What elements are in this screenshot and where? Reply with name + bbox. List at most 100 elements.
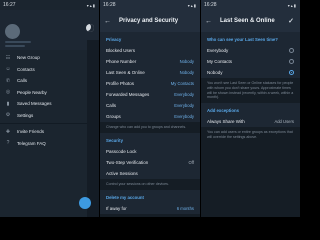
option-label: Everybody <box>207 48 229 53</box>
last-seen-hint: You won't see Last Seen or Online status… <box>201 78 300 104</box>
status-icons: ▾▴▮ <box>187 2 197 8</box>
row-passcode-lock[interactable]: Passcode Lock <box>100 146 200 157</box>
back-arrow-icon[interactable]: ← <box>104 18 113 25</box>
drawer-item-telegram-faq[interactable]: ? Telegram FAQ <box>0 138 87 150</box>
page-title: Privacy and Security <box>119 18 179 24</box>
row-calls[interactable]: Calls Everybody <box>100 100 200 111</box>
status-bar: 16:28 ▾▴▮ <box>201 0 300 10</box>
drawer-item-calls[interactable]: ✆ Calls <box>0 75 87 87</box>
app-bar: ← Privacy and Security <box>100 10 200 32</box>
drawer-item-label: Invite Friends <box>17 129 45 135</box>
calls-icon: ✆ <box>5 77 11 84</box>
row-label: Calls <box>106 103 117 108</box>
drawer-item-contacts[interactable]: ☺ Contacts <box>0 64 87 76</box>
section-title: Who can see your Last Seen time? <box>207 37 278 42</box>
privacy-security-screen: 16:28 ▾▴▮ ← Privacy and Security Privacy… <box>100 0 200 217</box>
row-if-away-for[interactable]: If away for 6 months <box>100 203 200 214</box>
row-value: Add Users <box>274 119 294 125</box>
row-always-share-with[interactable]: Always Share With Add Users <box>201 116 300 127</box>
drawer-item-people-nearby[interactable]: ◎ People Nearby <box>0 87 87 99</box>
row-two-step-verification[interactable]: Two-Step Verification Off <box>100 157 200 168</box>
exceptions-section: Add exceptions Always Share With Add User… <box>201 103 300 128</box>
row-profile-photos[interactable]: Profile Photos My Contacts <box>100 78 200 89</box>
row-label: If away for <box>106 205 127 211</box>
night-mode-icon[interactable] <box>86 24 94 32</box>
drawer-item-label: New Group <box>17 55 40 61</box>
compose-fab-button[interactable] <box>79 197 91 209</box>
visibility-section: Who can see your Last Seen time? Everybo… <box>201 32 300 78</box>
option-everybody[interactable]: Everybody <box>201 45 300 56</box>
drawer-item-saved-messages[interactable]: ▮ Saved Messages <box>0 98 87 110</box>
faq-icon: ? <box>6 140 10 147</box>
row-value: 6 months <box>176 205 194 211</box>
row-label: Phone Number <box>106 59 137 64</box>
section-title: Privacy <box>106 37 122 42</box>
gear-icon: ⚙ <box>5 112 11 119</box>
drawer-item-invite-friends[interactable]: ✚ Invite Friends <box>0 126 87 138</box>
row-forwarded-messages[interactable]: Forwarded Messages Everybody <box>100 89 200 100</box>
sessions-hint: Control your sessions on other devices. <box>100 178 200 190</box>
row-label: Blocked Users <box>106 48 136 53</box>
radio-my-contacts[interactable] <box>289 59 294 64</box>
row-label: Two-Step Verification <box>106 159 149 165</box>
option-my-contacts[interactable]: My Contacts <box>201 56 300 67</box>
row-value: Off <box>188 159 194 165</box>
chat-list-backdrop <box>87 40 99 217</box>
row-value: Nobody <box>179 59 194 64</box>
status-bar: 16:28 ▾▴▮ <box>100 0 200 10</box>
group-icon: ☷ <box>5 54 11 61</box>
drawer-item-settings[interactable]: ⚙ Settings <box>0 110 87 122</box>
row-value: Everybody <box>174 103 194 108</box>
status-bar: 16:27 ▾▴▮ <box>0 0 99 10</box>
option-nobody[interactable]: Nobody <box>201 67 300 78</box>
row-label: Forwarded Messages <box>106 92 150 97</box>
option-label: Nobody <box>207 70 223 75</box>
row-active-sessions[interactable]: Active Sessions <box>100 168 200 179</box>
section-title: Delete my account <box>106 194 144 200</box>
bookmark-icon: ▮ <box>6 100 10 107</box>
user-phone <box>5 45 25 47</box>
row-label: Always Share With <box>207 119 245 125</box>
drawer-menu: ☷ New Group ☺ Contacts ✆ Calls ◎ People Near… <box>0 50 87 217</box>
status-icons: ▾▴▮ <box>287 2 297 8</box>
row-label: Groups <box>106 114 121 119</box>
security-section: Security Passcode Lock Two-Step Verifica… <box>100 132 200 179</box>
exceptions-hint: You can add users or entire groups as ex… <box>201 127 300 143</box>
contacts-icon: ☺ <box>5 66 11 73</box>
app-bar: ← Last Seen & Online ✓ <box>201 10 300 32</box>
row-phone-number[interactable]: Phone Number Nobody <box>100 56 200 67</box>
row-last-seen[interactable]: Last Seen & Online Nobody <box>100 67 200 78</box>
navigation-drawer: 16:27 ▾▴▮ ☷ New Group ☺ Contacts ✆ Calls ◎ P… <box>0 0 99 217</box>
row-blocked-users[interactable]: Blocked Users <box>100 45 200 56</box>
row-label: Last Seen & Online <box>106 70 145 75</box>
row-value: Everybody <box>174 114 194 119</box>
divider <box>0 123 87 124</box>
drawer-item-label: Telegram FAQ <box>17 140 46 146</box>
page-title: Last Seen & Online <box>220 18 275 24</box>
row-value: My Contacts <box>170 81 194 86</box>
drawer-item-label: People Nearby <box>17 89 47 95</box>
radio-everybody[interactable] <box>289 48 294 53</box>
invite-icon: ✚ <box>5 128 11 135</box>
drawer-item-label: Calls <box>17 78 28 84</box>
status-time: 16:28 <box>204 2 217 8</box>
drawer-item-new-group[interactable]: ☷ New Group <box>0 52 87 64</box>
option-label: My Contacts <box>207 59 233 64</box>
drawer-item-label: Settings <box>17 112 34 118</box>
row-label: Passcode Lock <box>106 148 137 154</box>
check-icon[interactable]: ✓ <box>288 17 294 25</box>
avatar[interactable] <box>5 24 20 39</box>
people-nearby-icon: ◎ <box>5 89 11 96</box>
row-groups[interactable]: Groups Everybody <box>100 111 200 122</box>
radio-nobody[interactable] <box>289 70 294 75</box>
drawer-item-label: Saved Messages <box>17 101 52 107</box>
status-icons: ▾▴▮ <box>86 2 96 8</box>
status-time: 16:28 <box>103 2 116 8</box>
drawer-empty-space <box>0 149 87 217</box>
drawer-header <box>0 10 99 50</box>
section-title: Add exceptions <box>207 108 239 114</box>
user-name <box>5 41 31 43</box>
status-time: 16:27 <box>3 2 16 8</box>
last-seen-screen: 16:28 ▾▴▮ ← Last Seen & Online ✓ Who can… <box>201 0 300 217</box>
back-arrow-icon[interactable]: ← <box>205 18 214 25</box>
